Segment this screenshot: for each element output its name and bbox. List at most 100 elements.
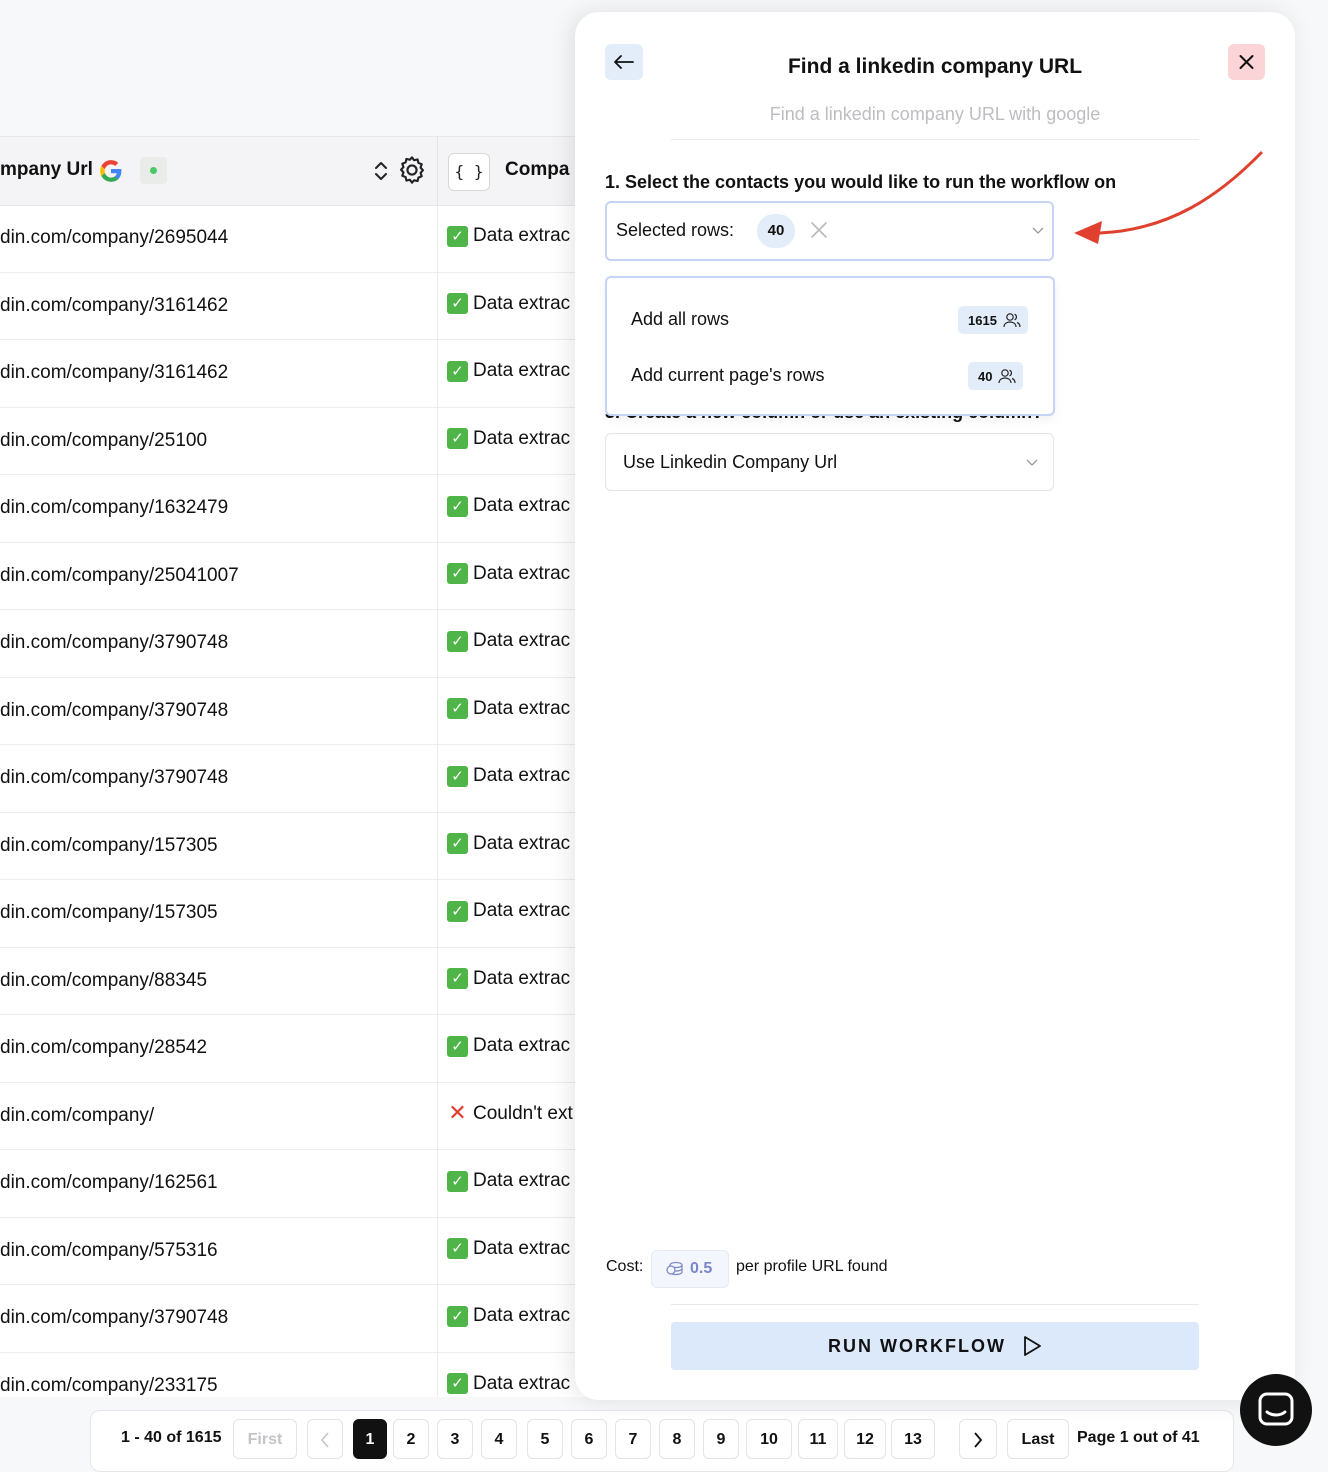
gear-icon[interactable] xyxy=(396,154,428,186)
table-row[interactable]: din.com/company/28542 ✓ Data extrac xyxy=(0,1015,600,1083)
cell-status[interactable]: ✓ Data extrac xyxy=(447,1373,570,1395)
table-row[interactable]: din.com/company/162561 ✓ Data extrac xyxy=(0,1150,600,1218)
check-icon: ✓ xyxy=(447,225,468,247)
cell-company-url[interactable]: din.com/company/233175 xyxy=(0,1352,438,1397)
cell-status[interactable]: ✓ Data extrac xyxy=(447,1170,570,1192)
cell-status[interactable]: ✓ Data extrac xyxy=(447,1035,570,1057)
column-header-company-url[interactable]: mpany Url xyxy=(0,137,438,205)
cell-company-url[interactable]: din.com/company/25100 xyxy=(0,407,438,474)
prev-page-button[interactable] xyxy=(307,1419,343,1459)
cell-status[interactable]: ✓ Data extrac xyxy=(447,495,570,517)
page-button-6[interactable]: 6 xyxy=(571,1419,607,1459)
column-title-company[interactable]: Compa xyxy=(505,159,569,181)
page-button-1[interactable]: 1 xyxy=(353,1419,387,1459)
table-row[interactable]: din.com/company/157305 ✓ Data extrac xyxy=(0,880,600,948)
cell-status[interactable]: ✓ Data extrac xyxy=(447,563,570,585)
dropdown-item-label: Add all rows xyxy=(631,309,730,329)
divider xyxy=(671,139,1199,140)
table-row[interactable]: din.com/company/233175 ✓ Data extrac xyxy=(0,1352,600,1397)
table-row[interactable]: din.com/company/25100 ✓ Data extrac xyxy=(0,407,600,475)
status-text: Data extrac xyxy=(473,967,571,989)
cell-status[interactable]: ✓ Data extrac xyxy=(447,630,570,652)
cell-status[interactable]: ✓ Data extrac xyxy=(447,225,570,247)
cell-status[interactable]: ✓ Data extrac xyxy=(447,1305,570,1327)
company-url-text: din.com/company/575316 xyxy=(0,1239,218,1261)
selected-rows-count: 40 xyxy=(757,214,795,248)
cell-company-url[interactable]: din.com/company/3790748 xyxy=(0,745,438,812)
page-button-10[interactable]: 10 xyxy=(746,1419,792,1459)
page-button-8[interactable]: 8 xyxy=(659,1419,695,1459)
cell-company-url[interactable]: din.com/company/162561 xyxy=(0,1150,438,1217)
check-icon: ✓ xyxy=(447,968,468,989)
page-button-3[interactable]: 3 xyxy=(437,1419,473,1459)
cell-status[interactable]: ✓ Data extrac xyxy=(447,765,570,787)
cell-company-url[interactable]: din.com/company/28542 xyxy=(0,1015,438,1082)
page-button-9[interactable]: 9 xyxy=(703,1419,739,1459)
page-button-7[interactable]: 7 xyxy=(615,1419,651,1459)
row-count: 1615 xyxy=(968,312,997,328)
company-url-text: din.com/company/233175 xyxy=(0,1374,218,1396)
table-row[interactable]: din.com/company/3790748 ✓ Data extrac xyxy=(0,677,600,745)
cell-company-url[interactable]: din.com/company/25041007 xyxy=(0,542,438,609)
cell-company-url[interactable]: din.com/company/3161462 xyxy=(0,272,438,339)
check-icon: ✓ xyxy=(447,765,468,787)
cell-company-url[interactable]: din.com/company/3790748 xyxy=(0,610,438,677)
cell-status[interactable]: ✓ Data extrac xyxy=(447,1238,570,1260)
column-select[interactable]: Use Linkedin Company Url xyxy=(605,433,1054,491)
cell-company-url[interactable]: din.com/company/157305 xyxy=(0,880,438,947)
cell-status[interactable]: ✕ Couldn't ext xyxy=(447,1102,572,1125)
cell-status[interactable]: ✓ Data extrac xyxy=(447,698,570,720)
cell-company-url[interactable]: din.com/company/157305 xyxy=(0,812,438,879)
dropdown-item-add-all-rows[interactable]: Add all rows 1615 xyxy=(607,294,1053,344)
next-page-button[interactable] xyxy=(959,1419,997,1459)
cell-company-url[interactable]: din.com/company/1632479 xyxy=(0,475,438,542)
cell-status[interactable]: ✓ Data extrac xyxy=(447,833,570,855)
run-workflow-button[interactable]: RUN WORKFLOW xyxy=(671,1322,1199,1370)
cell-company-url[interactable]: din.com/company/3161462 xyxy=(0,340,438,407)
dropdown-item-add-current-page-rows[interactable]: Add current page's rows 40 xyxy=(607,350,1053,400)
page-button-13[interactable]: 13 xyxy=(891,1419,935,1459)
cell-company-url[interactable]: din.com/company/2695044 xyxy=(0,205,438,272)
check-icon: ✓ xyxy=(447,1035,468,1057)
cell-company-url[interactable]: din.com/company/ xyxy=(0,1082,438,1149)
page-button-4[interactable]: 4 xyxy=(481,1419,517,1459)
page-button-5[interactable]: 5 xyxy=(527,1419,563,1459)
table-row[interactable]: din.com/company/3161462 ✓ Data extrac xyxy=(0,340,600,408)
table-row[interactable]: din.com/company/157305 ✓ Data extrac xyxy=(0,812,600,880)
table-row[interactable]: din.com/company/3790748 ✓ Data extrac xyxy=(0,1285,600,1353)
table-row[interactable]: din.com/company/1632479 ✓ Data extrac xyxy=(0,475,600,543)
company-url-text: din.com/company/3161462 xyxy=(0,294,229,316)
table-row[interactable]: din.com/company/25041007 ✓ Data extrac xyxy=(0,542,600,610)
cell-status[interactable]: ✓ Data extrac xyxy=(447,360,570,382)
cell-status[interactable]: ✓ Data extrac xyxy=(447,428,570,450)
table-row[interactable]: din.com/company/88345 ✓ Data extrac xyxy=(0,947,600,1015)
table-row[interactable]: din.com/company/3161462 ✓ Data extrac xyxy=(0,272,600,340)
cell-company-url[interactable]: din.com/company/3790748 xyxy=(0,1285,438,1352)
table-row[interactable]: din.com/company/ ✕ Couldn't ext xyxy=(0,1082,600,1150)
page-button-12[interactable]: 12 xyxy=(844,1419,886,1459)
first-page-button[interactable]: First xyxy=(233,1419,297,1459)
cell-company-url[interactable]: din.com/company/575316 xyxy=(0,1217,438,1284)
status-text: Data extrac xyxy=(473,765,571,786)
last-page-button[interactable]: Last xyxy=(1007,1419,1069,1459)
clear-icon[interactable] xyxy=(809,220,829,240)
sort-icon[interactable] xyxy=(372,159,390,183)
table-row[interactable]: din.com/company/575316 ✓ Data extrac xyxy=(0,1217,600,1285)
company-url-text: din.com/company/3161462 xyxy=(0,362,229,383)
status-text: Data extrac xyxy=(473,292,571,314)
close-button[interactable] xyxy=(1228,44,1265,80)
chat-widget-button[interactable] xyxy=(1240,1374,1312,1446)
cell-company-url[interactable]: din.com/company/3790748 xyxy=(0,677,438,744)
selected-rows-select[interactable]: Selected rows: 40 xyxy=(605,201,1054,261)
cell-company-url[interactable]: din.com/company/88345 xyxy=(0,947,438,1014)
table-row[interactable]: din.com/company/3790748 ✓ Data extrac xyxy=(0,610,600,678)
table-row[interactable]: din.com/company/2695044 ✓ Data extrac xyxy=(0,205,600,273)
pagination: 1 - 40 of 1615 First 1 2 3 4 5 6 7 8 9 10 11 12 13 L… xyxy=(90,1410,1234,1472)
json-braces-icon[interactable]: { } xyxy=(448,153,490,191)
page-button-11[interactable]: 11 xyxy=(798,1419,838,1459)
table-row[interactable]: din.com/company/3790748 ✓ Data extrac xyxy=(0,745,600,813)
cell-status[interactable]: ✓ Data extrac xyxy=(447,900,570,922)
page-button-2[interactable]: 2 xyxy=(393,1419,429,1459)
cell-status[interactable]: ✓ Data extrac xyxy=(447,968,570,990)
cell-status[interactable]: ✓ Data extrac xyxy=(447,293,570,315)
